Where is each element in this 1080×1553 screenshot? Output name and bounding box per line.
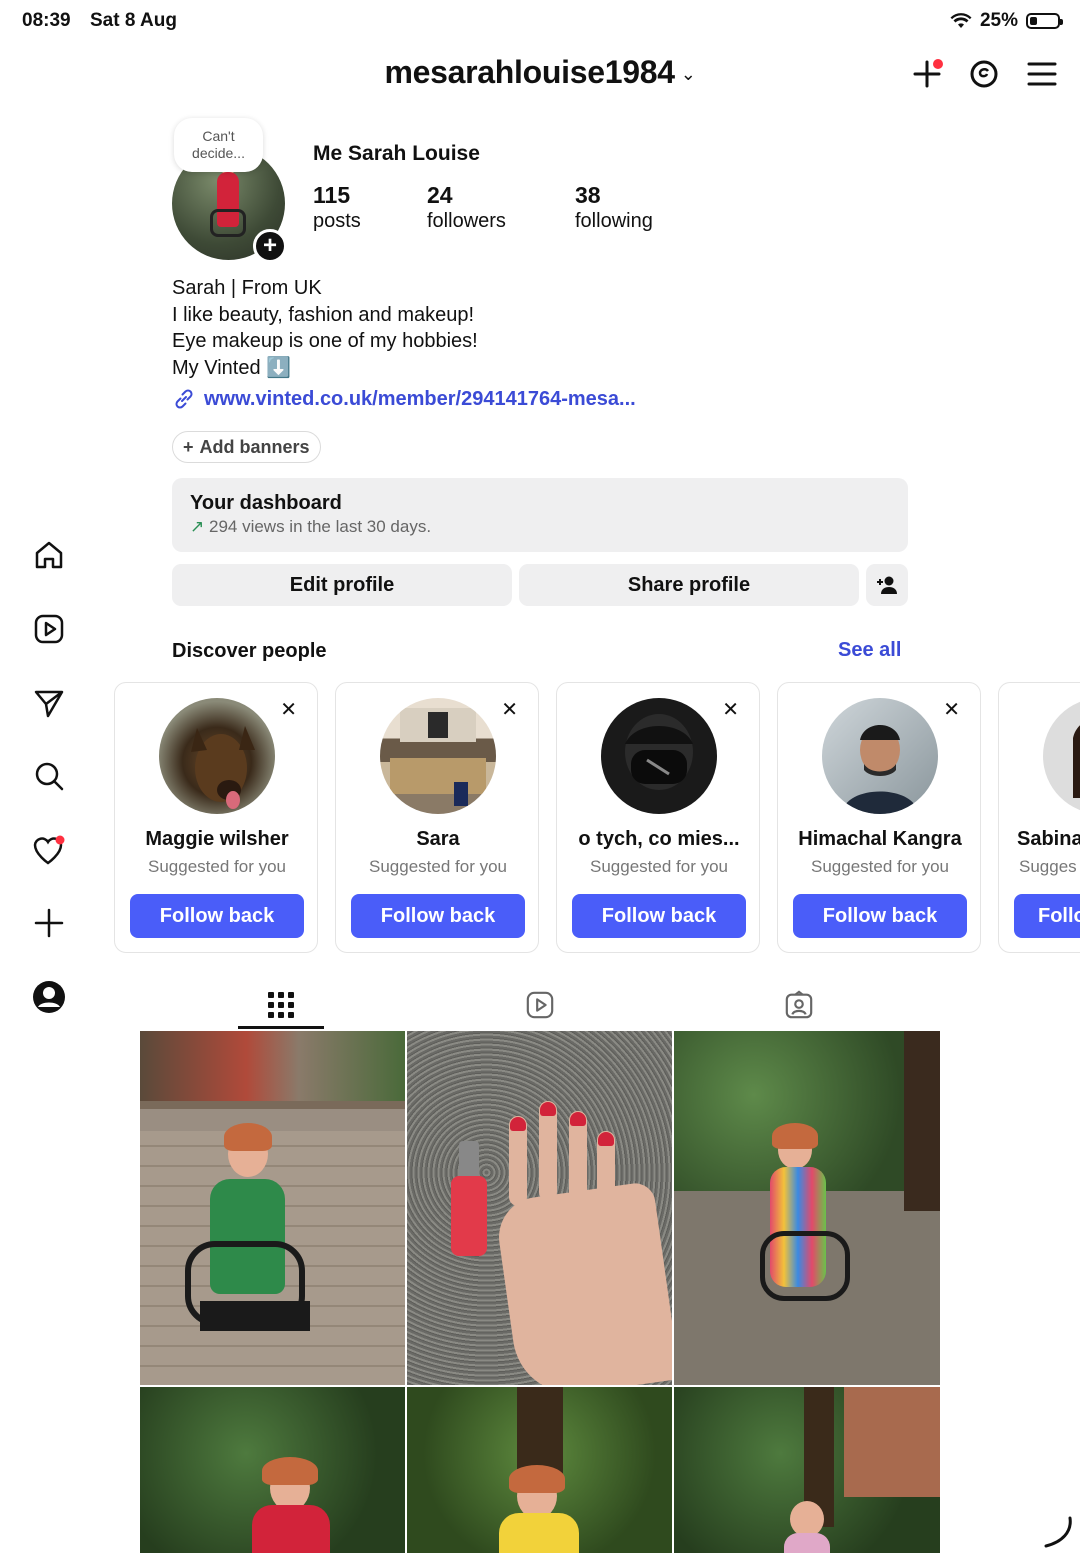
stat-label: posts [313,210,361,232]
post-thumbnail[interactable] [140,1387,405,1553]
direct-icon[interactable] [28,682,70,724]
status-right: 25% [950,10,1063,32]
menu-icon[interactable] [1022,54,1062,94]
search-icon[interactable] [28,755,70,797]
profile-link[interactable]: www.vinted.co.uk/member/294141764-mesa..… [172,387,636,411]
follow-back-button[interactable]: Follow back [351,894,525,938]
tagged-icon [785,990,813,1019]
trend-up-icon: ↗ [190,517,205,536]
bio-line: Sarah | From UK [172,277,322,299]
profile-name: Me Sarah Louise [313,142,480,165]
battery-percent: 25% [979,10,1018,31]
avatar[interactable] [380,698,496,814]
wifi-icon [950,13,972,28]
post-thumbnail[interactable] [407,1387,672,1553]
follow-back-button[interactable]: Follow back [130,894,304,938]
tab-grid[interactable] [238,982,324,1028]
dismiss-icon[interactable]: ✕ [280,697,297,722]
suggestion-name: Himachal Kangra [798,828,962,850]
suggestion-card[interactable]: ✕ Himachal Kangra Suggested for you Foll… [777,682,981,953]
active-tab-indicator [238,1026,324,1029]
stat-followers[interactable]: 24 followers [427,182,506,234]
dismiss-icon[interactable]: ✕ [943,697,960,722]
stat-following[interactable]: 38 following [575,182,653,234]
post-thumbnail[interactable] [674,1031,940,1385]
home-icon[interactable] [28,534,70,576]
tab-tagged[interactable] [756,982,842,1028]
add-story-icon[interactable]: + [253,229,287,263]
stat-label: followers [427,210,506,232]
link-icon [175,389,193,409]
status-bar: 08:39 Sat 8 Aug 25% [0,8,1080,36]
dismiss-icon[interactable]: ✕ [722,697,739,722]
create-icon[interactable] [907,54,947,94]
tab-reels[interactable] [497,982,583,1028]
profile-icon[interactable] [28,976,70,1018]
stat-value: 115 [313,182,351,208]
username: mesarahlouise1984 [384,54,676,90]
battery-icon [1026,13,1063,29]
post-thumbnail[interactable] [140,1031,405,1385]
avatar[interactable] [822,698,938,814]
follow-back-button[interactable]: Follo [1014,894,1080,938]
reels-icon [526,991,554,1019]
suggestion-name: Sara [416,828,460,850]
loading-spinner-icon [1044,1516,1072,1548]
dashboard-subtitle-row: ↗ 294 views in the last 30 days. [190,517,890,537]
suggestion-card[interactable]: ✕ Sara Suggested for you Follow back [335,682,539,953]
profile-bio: Sarah | From UK I like beauty, fashion a… [172,275,478,381]
create-icon[interactable] [28,902,70,944]
stat-value: 24 [427,182,453,208]
link-text: www.vinted.co.uk/member/294141764-mesa..… [204,387,636,410]
suggestion-subtitle: Suggested for you [590,857,728,876]
suggestion-subtitle: Suggested for you [811,857,949,876]
bio-line: My Vinted ⬇️ [172,356,292,379]
see-all-link[interactable]: See all [838,639,901,662]
reels-icon[interactable] [28,608,70,650]
stat-posts[interactable]: 115 posts [313,182,361,234]
stat-value: 38 [575,182,601,208]
avatar[interactable] [1043,698,1080,814]
edit-profile-button[interactable]: Edit profile [172,564,512,606]
dashboard-card[interactable]: Your dashboard ↗ 294 views in the last 3… [172,478,908,552]
note-bubble[interactable]: Can't decide... [174,118,263,172]
grid-icon [268,992,294,1018]
suggested-people-button[interactable] [866,564,908,606]
suggestion-card[interactable]: ✕ o tych, co mies... Suggested for you F… [556,682,760,953]
plus-icon: + [183,436,194,457]
dashboard-title: Your dashboard [190,492,342,514]
posts-grid [140,1031,940,1553]
avatar[interactable] [159,698,275,814]
add-banners-button[interactable]: + Add banners [172,431,321,463]
discover-title: Discover people [172,640,327,662]
dashboard-subtitle: 294 views in the last 30 days. [208,517,432,536]
add-person-icon [877,576,897,594]
share-profile-button[interactable]: Share profile [519,564,859,606]
post-thumbnail[interactable] [674,1387,940,1553]
suggestion-name: Maggie wilsher [145,828,289,850]
threads-icon[interactable] [964,54,1004,94]
bio-line: I like beauty, fashion and makeup! [172,303,475,326]
suggestion-card[interactable]: Sabina Sugges Follo [998,682,1080,953]
bio-line: Eye makeup is one of my hobbies! [172,330,478,352]
add-banners-label: Add banners [199,436,310,457]
suggestion-name: Sabina [1017,828,1080,850]
suggestion-subtitle: Suggested for you [369,857,507,876]
follow-back-button[interactable]: Follow back [793,894,967,938]
activity-icon[interactable] [28,829,70,871]
post-thumbnail[interactable] [407,1031,672,1385]
stat-label: following [575,210,653,232]
chevron-down-icon: ⌄ [680,64,696,85]
dismiss-icon[interactable]: ✕ [501,697,518,722]
suggestion-subtitle: Sugges [1019,857,1077,876]
suggestion-name: o tych, co mies... [578,828,740,850]
follow-back-button[interactable]: Follow back [572,894,746,938]
status-date: Sat 8 Aug [90,10,177,31]
avatar[interactable] [601,698,717,814]
suggestion-card[interactable]: ✕ Maggie wilsher Suggested for you Follo… [114,682,318,953]
suggestion-subtitle: Suggested for you [148,857,286,876]
status-time: 08:39 [22,10,71,31]
